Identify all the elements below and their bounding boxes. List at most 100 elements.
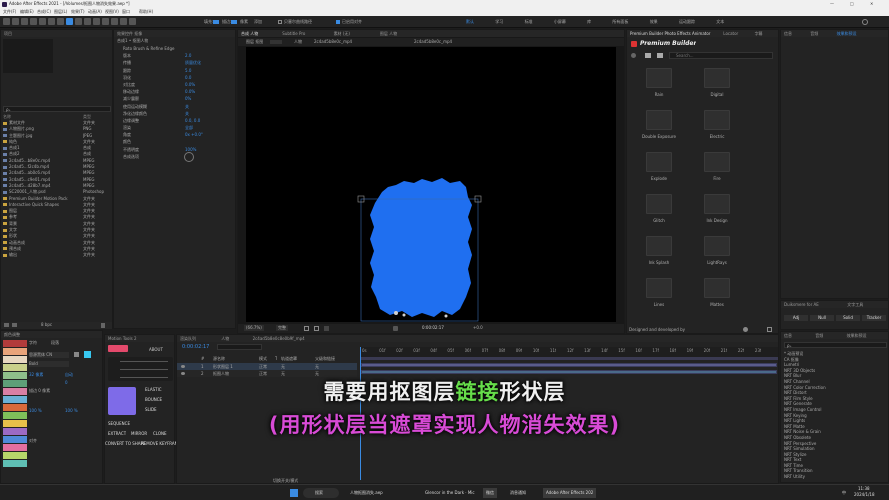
menu-window[interactable]: 窗口 bbox=[122, 9, 130, 15]
col-matte[interactable]: 轨道遮罩 bbox=[281, 356, 297, 362]
menu-animation[interactable]: 动画(A) bbox=[88, 9, 102, 15]
workspace-default[interactable]: 默认 bbox=[463, 18, 477, 26]
effect-row-value[interactable]: 关 bbox=[185, 110, 189, 117]
effect-row-value[interactable]: 5.0 bbox=[185, 67, 191, 74]
visibility-eye-icon[interactable] bbox=[181, 365, 185, 368]
grid-icon[interactable] bbox=[304, 326, 309, 331]
preset-folder-label[interactable]: Glitch bbox=[634, 218, 684, 223]
workspace-text[interactable]: 文本 bbox=[713, 18, 727, 26]
layer-bar-2[interactable] bbox=[361, 370, 777, 374]
zoom-dropdown[interactable]: (66.7%) bbox=[244, 325, 264, 331]
time-ruler[interactable]: 0s 01f 02f 03f 04f 05f 06f 07f 08f 09f 10f 11f 12f 13… bbox=[360, 347, 778, 357]
pb-back-icon[interactable] bbox=[631, 53, 636, 58]
layer-mode[interactable]: 正常 bbox=[259, 363, 267, 370]
home-icon[interactable] bbox=[3, 18, 10, 25]
taskbar-app-2[interactable]: Glencor in the Dark · Mic bbox=[425, 488, 475, 498]
menu-file[interactable]: 文件(F) bbox=[3, 9, 16, 15]
tracker-button[interactable]: Tracker bbox=[862, 315, 886, 321]
menu-composition[interactable]: 合成(C) bbox=[37, 9, 51, 15]
layer-label[interactable]: 图层 抠图 bbox=[246, 39, 263, 45]
menu-layer[interactable]: 图层(L) bbox=[54, 9, 67, 15]
preset-folder-label[interactable]: Mattes bbox=[692, 302, 742, 307]
fill-swatch[interactable] bbox=[213, 20, 219, 24]
preset-folder-icon[interactable] bbox=[704, 194, 730, 214]
pen-tool-icon[interactable] bbox=[75, 18, 82, 25]
preset-folder-icon[interactable] bbox=[704, 278, 730, 298]
breadcrumb-0[interactable]: 人物 bbox=[294, 39, 302, 45]
taskbar-app-3[interactable]: 微信 bbox=[483, 488, 497, 498]
layer-parent[interactable]: 无 bbox=[315, 363, 319, 370]
swatch-1[interactable] bbox=[3, 340, 27, 347]
pb-folder-icon[interactable] bbox=[657, 53, 663, 58]
right-tab-fx[interactable]: 效果和预设 bbox=[837, 30, 887, 37]
preset-folder-label[interactable]: Digital bbox=[692, 92, 742, 97]
preset-folder-label[interactable]: LightRays bbox=[692, 260, 742, 265]
effect-row-value[interactable]: 0.0 bbox=[185, 74, 191, 81]
rotate-tool-icon[interactable] bbox=[39, 18, 46, 25]
brush-tool-icon[interactable] bbox=[93, 18, 100, 25]
preset-folder-label[interactable]: Ink Design bbox=[692, 218, 742, 223]
clone-stamp-icon[interactable] bbox=[102, 18, 109, 25]
swatch-2[interactable] bbox=[3, 348, 27, 355]
work-area-bar[interactable] bbox=[360, 357, 778, 360]
close-button[interactable]: ✕ bbox=[870, 1, 873, 7]
timeline-tab-clip[interactable]: 2c4ad5b8e0c8e0b9f_mp4 bbox=[253, 335, 373, 342]
eraser-icon[interactable] bbox=[111, 18, 118, 25]
taskbar-app-1[interactable]: 人物抠图消失.aep bbox=[350, 488, 383, 498]
layer-matte[interactable]: 无 bbox=[281, 363, 285, 370]
effect-row[interactable]: 边缘调整 0.0, 0.0 bbox=[117, 117, 234, 124]
effect-row-value[interactable]: 全部 bbox=[185, 124, 193, 131]
swatch-14[interactable] bbox=[3, 444, 27, 451]
effect-row[interactable]: 移动边缘 0.0% bbox=[117, 88, 234, 95]
puppet-pin-icon[interactable] bbox=[129, 18, 136, 25]
preset-folder-icon[interactable] bbox=[646, 236, 672, 256]
col-mode[interactable]: 模式 bbox=[259, 356, 267, 362]
preset-folder-label[interactable]: Double Exposure bbox=[634, 134, 684, 139]
effect-row-value[interactable]: 质量优化 bbox=[185, 59, 201, 66]
eyedropper-icon[interactable] bbox=[74, 352, 79, 357]
right-tab-audio[interactable]: 音频 bbox=[810, 30, 835, 37]
effects-search[interactable]: ρ₊ bbox=[784, 342, 887, 348]
preset-folder-label[interactable]: Ink Splash bbox=[634, 260, 684, 265]
type-tool-icon[interactable] bbox=[84, 18, 91, 25]
convert-shape-button[interactable]: CONVERT TO SHAPE bbox=[105, 441, 146, 447]
layer-bar-1[interactable] bbox=[361, 363, 777, 367]
shape-tab-text[interactable]: 文字工具 bbox=[847, 301, 887, 308]
effects-tab-info[interactable]: 信息 bbox=[784, 332, 814, 339]
effect-row-value[interactable]: 关 bbox=[185, 103, 189, 110]
hand-tool-icon[interactable] bbox=[21, 18, 28, 25]
bpc-label[interactable]: 8 bpc bbox=[41, 322, 52, 328]
effect-category[interactable]: NRT Utility bbox=[784, 474, 887, 480]
camera-tool-icon[interactable] bbox=[48, 18, 55, 25]
effects-tab-presets[interactable]: 效果和预设 bbox=[847, 332, 887, 339]
effect-row-value[interactable]: 0.0% bbox=[185, 81, 195, 88]
preset-folder-icon[interactable] bbox=[646, 110, 672, 130]
effect-row[interactable]: 渲染 全部 bbox=[117, 124, 234, 131]
pb-search[interactable]: Search... bbox=[669, 52, 773, 59]
effect-row-value[interactable]: 0x +0.0° bbox=[185, 131, 203, 138]
workspace-tracking[interactable]: 运动跟踪 bbox=[676, 18, 698, 26]
pb-tab-main[interactable]: Premium Builder Photo Effects Animator bbox=[630, 30, 722, 37]
taskbar-date[interactable]: 2024/1/18 bbox=[854, 492, 875, 498]
effect-row[interactable]: 合成选项 bbox=[117, 153, 234, 160]
project-item[interactable]: 输出 文件夹 bbox=[3, 252, 111, 258]
preset-folder-label[interactable]: Explode bbox=[634, 176, 684, 181]
minimize-button[interactable]: — bbox=[830, 1, 834, 7]
bezier-checkbox[interactable] bbox=[278, 20, 282, 24]
new-folder-icon[interactable] bbox=[4, 323, 9, 327]
preset-folder-label[interactable]: Fire bbox=[692, 176, 742, 181]
workspace-learn[interactable]: 学习 bbox=[492, 18, 506, 26]
null-button[interactable]: Null bbox=[810, 315, 834, 321]
ease-slider-2[interactable] bbox=[120, 369, 168, 370]
effect-row[interactable]: 不透明度 100% bbox=[117, 146, 234, 153]
workspace-small[interactable]: 小屏幕 bbox=[551, 18, 569, 26]
workspace-libraries[interactable]: 库 bbox=[584, 18, 594, 26]
pb-settings-icon[interactable] bbox=[743, 327, 748, 332]
rectangle-tool-icon[interactable] bbox=[66, 18, 73, 25]
effects-tab-audio[interactable]: 音频 bbox=[815, 332, 845, 339]
fill-color-swatch[interactable] bbox=[84, 351, 91, 358]
about-button[interactable]: ABOUT bbox=[149, 347, 163, 353]
effect-row[interactable]: Roto Brush & Refine Edge bbox=[117, 45, 234, 52]
effect-row[interactable]: 减少震颤 0% bbox=[117, 95, 234, 102]
breadcrumb-1[interactable]: 2c4ad5b8e0c_mp4 bbox=[314, 39, 352, 45]
